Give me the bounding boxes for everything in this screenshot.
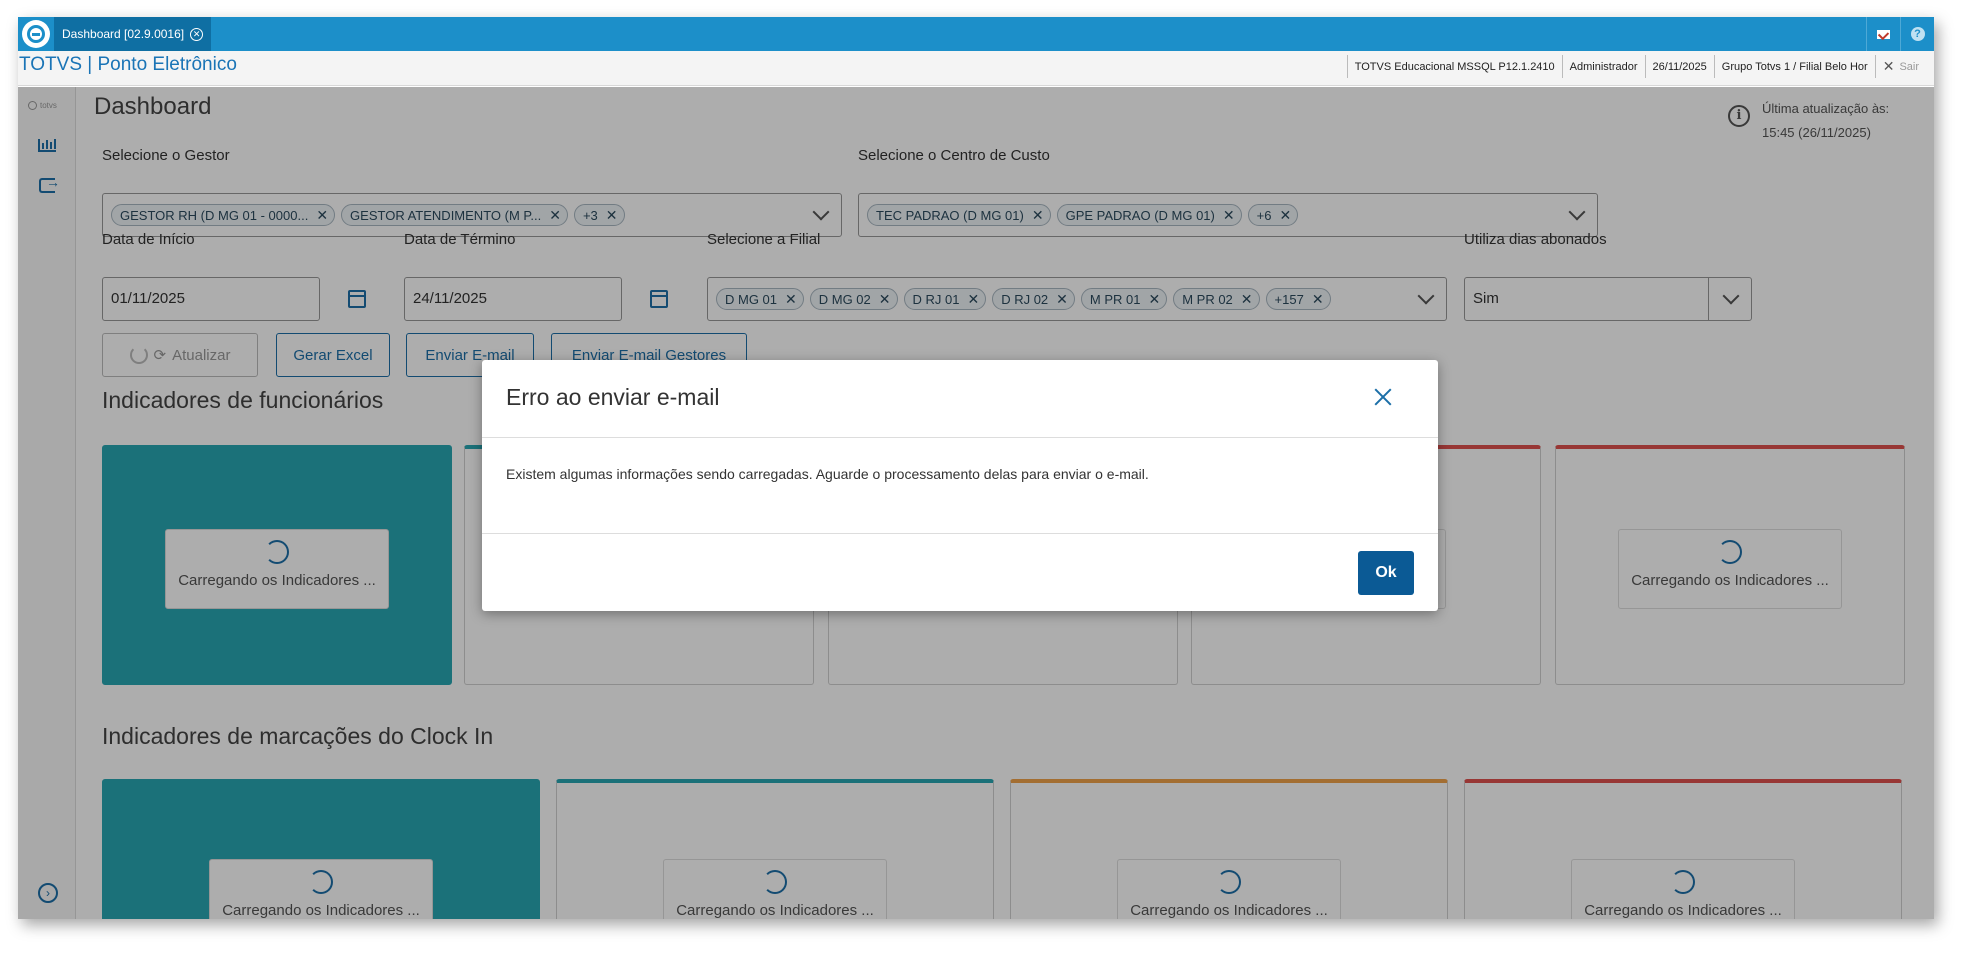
dialog-title: Erro ao enviar e-mail	[506, 384, 720, 410]
dialog-message: Existem algumas informações sendo carreg…	[506, 466, 1149, 482]
close-icon: ✕	[1882, 58, 1895, 74]
tab-bar: Dashboard [02.9.0016] ✕ ?	[18, 17, 1934, 51]
app-header: TOTVS | Ponto Eletrônico TOTVS Educacion…	[18, 51, 1934, 86]
tab-label: Dashboard [02.9.0016]	[62, 27, 185, 41]
close-icon[interactable]	[1372, 386, 1394, 408]
mail-icon	[1877, 29, 1890, 39]
ok-button[interactable]: Ok	[1358, 551, 1414, 595]
totvs-logo-icon[interactable]	[22, 20, 50, 48]
close-icon[interactable]: ✕	[190, 27, 204, 41]
exit-button[interactable]: ✕ Sair	[1874, 55, 1926, 78]
date-label: 26/11/2025	[1644, 55, 1714, 78]
divider	[482, 533, 1438, 534]
environment-label: TOTVS Educacional MSSQL P12.1.2410	[1346, 55, 1562, 78]
help-icon: ?	[1910, 27, 1925, 41]
error-dialog: Erro ao enviar e-mail Existem algumas in…	[482, 360, 1438, 611]
branch-label: Grupo Totvs 1 / Filial Belo Hor	[1713, 55, 1875, 78]
help-button[interactable]: ?	[1900, 17, 1934, 51]
tab-dashboard[interactable]: Dashboard [02.9.0016] ✕	[54, 17, 212, 51]
divider	[482, 437, 1438, 438]
exit-label: Sair	[1899, 60, 1919, 73]
product-title: TOTVS | Ponto Eletrônico	[19, 54, 237, 75]
status-strip: TOTVS Educacional MSSQL P12.1.2410 Admin…	[1346, 55, 1926, 78]
user-label: Administrador	[1561, 55, 1645, 78]
messages-button[interactable]	[1866, 17, 1900, 51]
